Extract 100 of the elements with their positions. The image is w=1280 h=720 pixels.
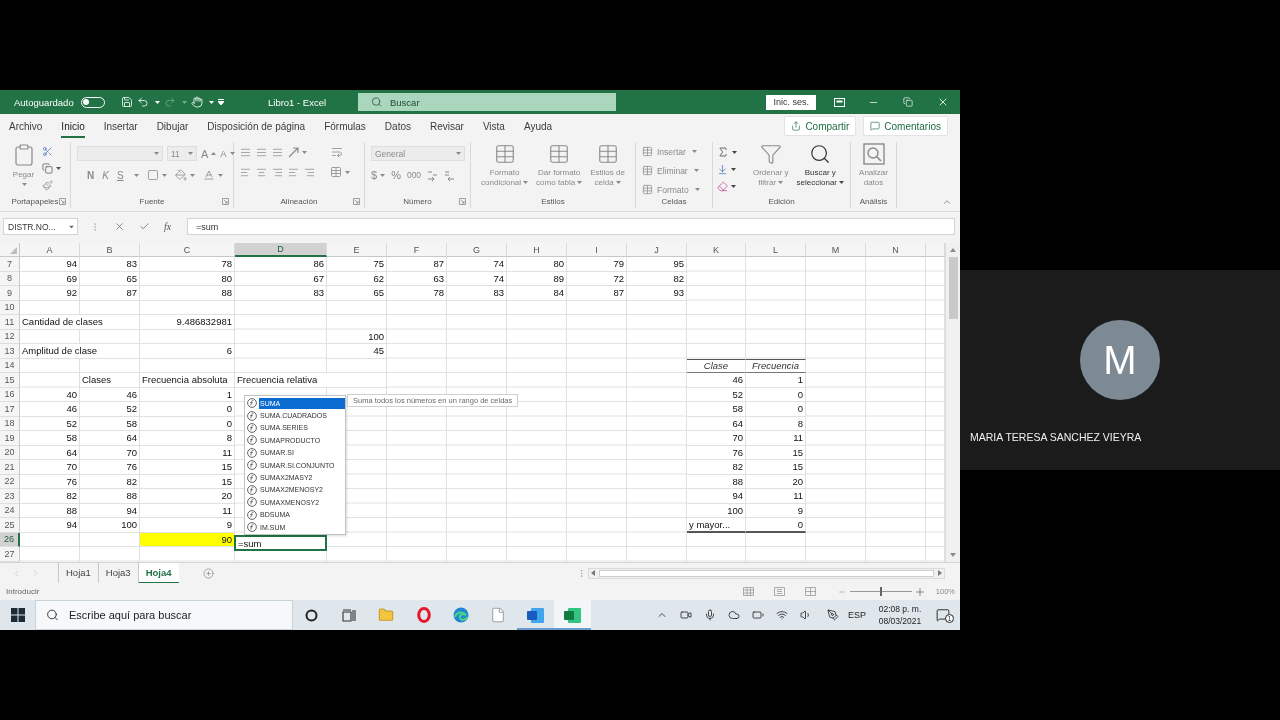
language-indicator[interactable]: ESP — [848, 610, 866, 620]
paintbrush-icon[interactable] — [41, 180, 53, 191]
triangle-right-icon[interactable] — [938, 570, 942, 576]
plus-circle-icon[interactable] — [202, 567, 214, 579]
column-header[interactable]: B — [80, 243, 140, 257]
swirl-icon[interactable] — [452, 607, 469, 623]
triangle-left-icon[interactable] — [591, 570, 595, 576]
ribbon-tab[interactable]: Dibujar — [156, 117, 189, 138]
wifi-icon[interactable] — [776, 609, 788, 621]
column-header[interactable] — [926, 243, 945, 257]
align-right-icon[interactable] — [272, 166, 283, 178]
align-center-icon[interactable] — [256, 166, 267, 178]
column-header[interactable]: I — [567, 243, 627, 257]
check-icon[interactable] — [139, 221, 150, 232]
column-header[interactable]: H — [507, 243, 567, 257]
caret-icon[interactable] — [208, 100, 214, 104]
search-field[interactable]: Buscar — [358, 93, 616, 111]
page-icon[interactable] — [773, 587, 785, 596]
row-header[interactable]: 25 — [0, 518, 20, 533]
ribbon-tab[interactable]: Insertar — [103, 117, 138, 138]
folder-icon[interactable] — [378, 607, 395, 623]
chevron-up-icon[interactable] — [942, 197, 952, 207]
column-header[interactable]: M — [806, 243, 866, 257]
stacked-tiles-icon[interactable] — [526, 607, 544, 623]
ribbon-tab[interactable]: Revisar — [429, 117, 464, 138]
stacked-tiles-icon[interactable] — [564, 607, 582, 623]
taskbar-search-field[interactable]: Escribe aquí para buscar — [35, 600, 293, 630]
scissors-icon[interactable] — [41, 146, 53, 157]
column-header[interactable]: J — [627, 243, 687, 257]
vertical-scrollbar[interactable] — [945, 243, 960, 562]
name-box[interactable]: DISTR.NO... — [3, 218, 78, 235]
scrollbar-thumb[interactable] — [599, 569, 934, 577]
formula-input[interactable]: =sum — [187, 218, 955, 235]
column-header[interactable]: A — [20, 243, 80, 257]
ribbon-tab[interactable]: Vista — [482, 117, 505, 138]
page-icon[interactable] — [490, 607, 507, 623]
row-header[interactable]: 23 — [0, 489, 20, 504]
window-panes-icon[interactable] — [10, 608, 25, 622]
hand-icon[interactable] — [190, 96, 203, 108]
caret-icon[interactable] — [154, 100, 160, 104]
ribbon-button[interactable]: Buscar y seleccionar — [794, 143, 846, 187]
pen-icon[interactable] — [827, 609, 839, 621]
column-header[interactable]: F — [387, 243, 447, 257]
undo-icon[interactable] — [136, 96, 149, 108]
scrollbar-thumb[interactable] — [948, 257, 958, 319]
video-camera-icon[interactable] — [680, 609, 692, 621]
lines-icon[interactable] — [256, 146, 267, 158]
ribbon-tab[interactable]: Disposición de página — [207, 117, 306, 138]
align-left-icon[interactable] — [240, 166, 251, 178]
eraser-icon[interactable] — [717, 181, 728, 192]
align-right-icon[interactable] — [304, 166, 315, 178]
row-header[interactable]: 27 — [0, 547, 20, 562]
clock-date[interactable]: 08/03/2021 — [878, 616, 922, 626]
speaker-icon[interactable] — [800, 609, 812, 621]
column-header[interactable]: E — [327, 243, 387, 257]
select-all-button[interactable] — [0, 243, 20, 257]
row-header[interactable]: 7 — [0, 257, 20, 272]
zoom-slider-thumb[interactable] — [879, 587, 882, 596]
column-header[interactable]: C — [140, 243, 235, 257]
row-header[interactable]: 19 — [0, 431, 20, 446]
lines-arrow-icon[interactable] — [427, 169, 439, 181]
triangle-up-icon[interactable] — [950, 248, 956, 252]
sigma-icon[interactable] — [717, 146, 729, 158]
lines-icon[interactable] — [272, 146, 283, 158]
arrow-down-icon[interactable] — [717, 164, 728, 175]
microphone-icon[interactable] — [704, 609, 716, 621]
cancel-icon[interactable] — [114, 221, 125, 232]
task-view-icon[interactable] — [341, 608, 356, 622]
comments-button[interactable]: Comentarios — [863, 116, 948, 136]
borders-icon[interactable] — [146, 169, 159, 181]
row-header[interactable]: 11 — [0, 315, 20, 330]
align-left-icon[interactable] — [288, 166, 299, 178]
row-header[interactable]: 9 — [0, 286, 20, 301]
page-break-icon[interactable] — [804, 587, 816, 596]
restore-icon[interactable] — [903, 97, 914, 107]
ribbon-tab[interactable]: Ayuda — [523, 117, 553, 138]
sheet-tab[interactable]: Hoja4 — [137, 562, 179, 584]
save-icon[interactable] — [120, 96, 133, 108]
lines-arrow-icon[interactable] — [444, 169, 456, 181]
clock-time[interactable]: 02:08 p. m. — [878, 604, 922, 614]
diagonal-arrow-icon[interactable] — [288, 146, 299, 158]
row-header[interactable]: 13 — [0, 344, 20, 359]
grid-icon[interactable] — [742, 587, 754, 596]
battery-icon[interactable] — [752, 609, 764, 621]
wrap-text-icon[interactable] — [331, 146, 343, 158]
column-header[interactable]: N — [866, 243, 926, 257]
ribbon-tab[interactable]: Archivo — [9, 117, 43, 138]
plus-icon[interactable] — [915, 587, 924, 596]
row-header[interactable]: 17 — [0, 402, 20, 417]
cloud-icon[interactable] — [728, 609, 740, 621]
sign-in-button[interactable]: Inic. ses. — [766, 94, 816, 110]
ring-icon[interactable] — [305, 608, 319, 622]
column-header[interactable]: D — [235, 243, 327, 257]
column-header[interactable]: K — [687, 243, 746, 257]
ribbon-tab[interactable]: Fórmulas — [324, 117, 366, 138]
column-header[interactable]: G — [447, 243, 507, 257]
horizontal-scrollbar[interactable] — [588, 567, 945, 579]
triangle-down-icon[interactable] — [950, 553, 956, 557]
grid-icon[interactable] — [330, 166, 342, 178]
share-button[interactable]: Compartir — [784, 116, 857, 136]
